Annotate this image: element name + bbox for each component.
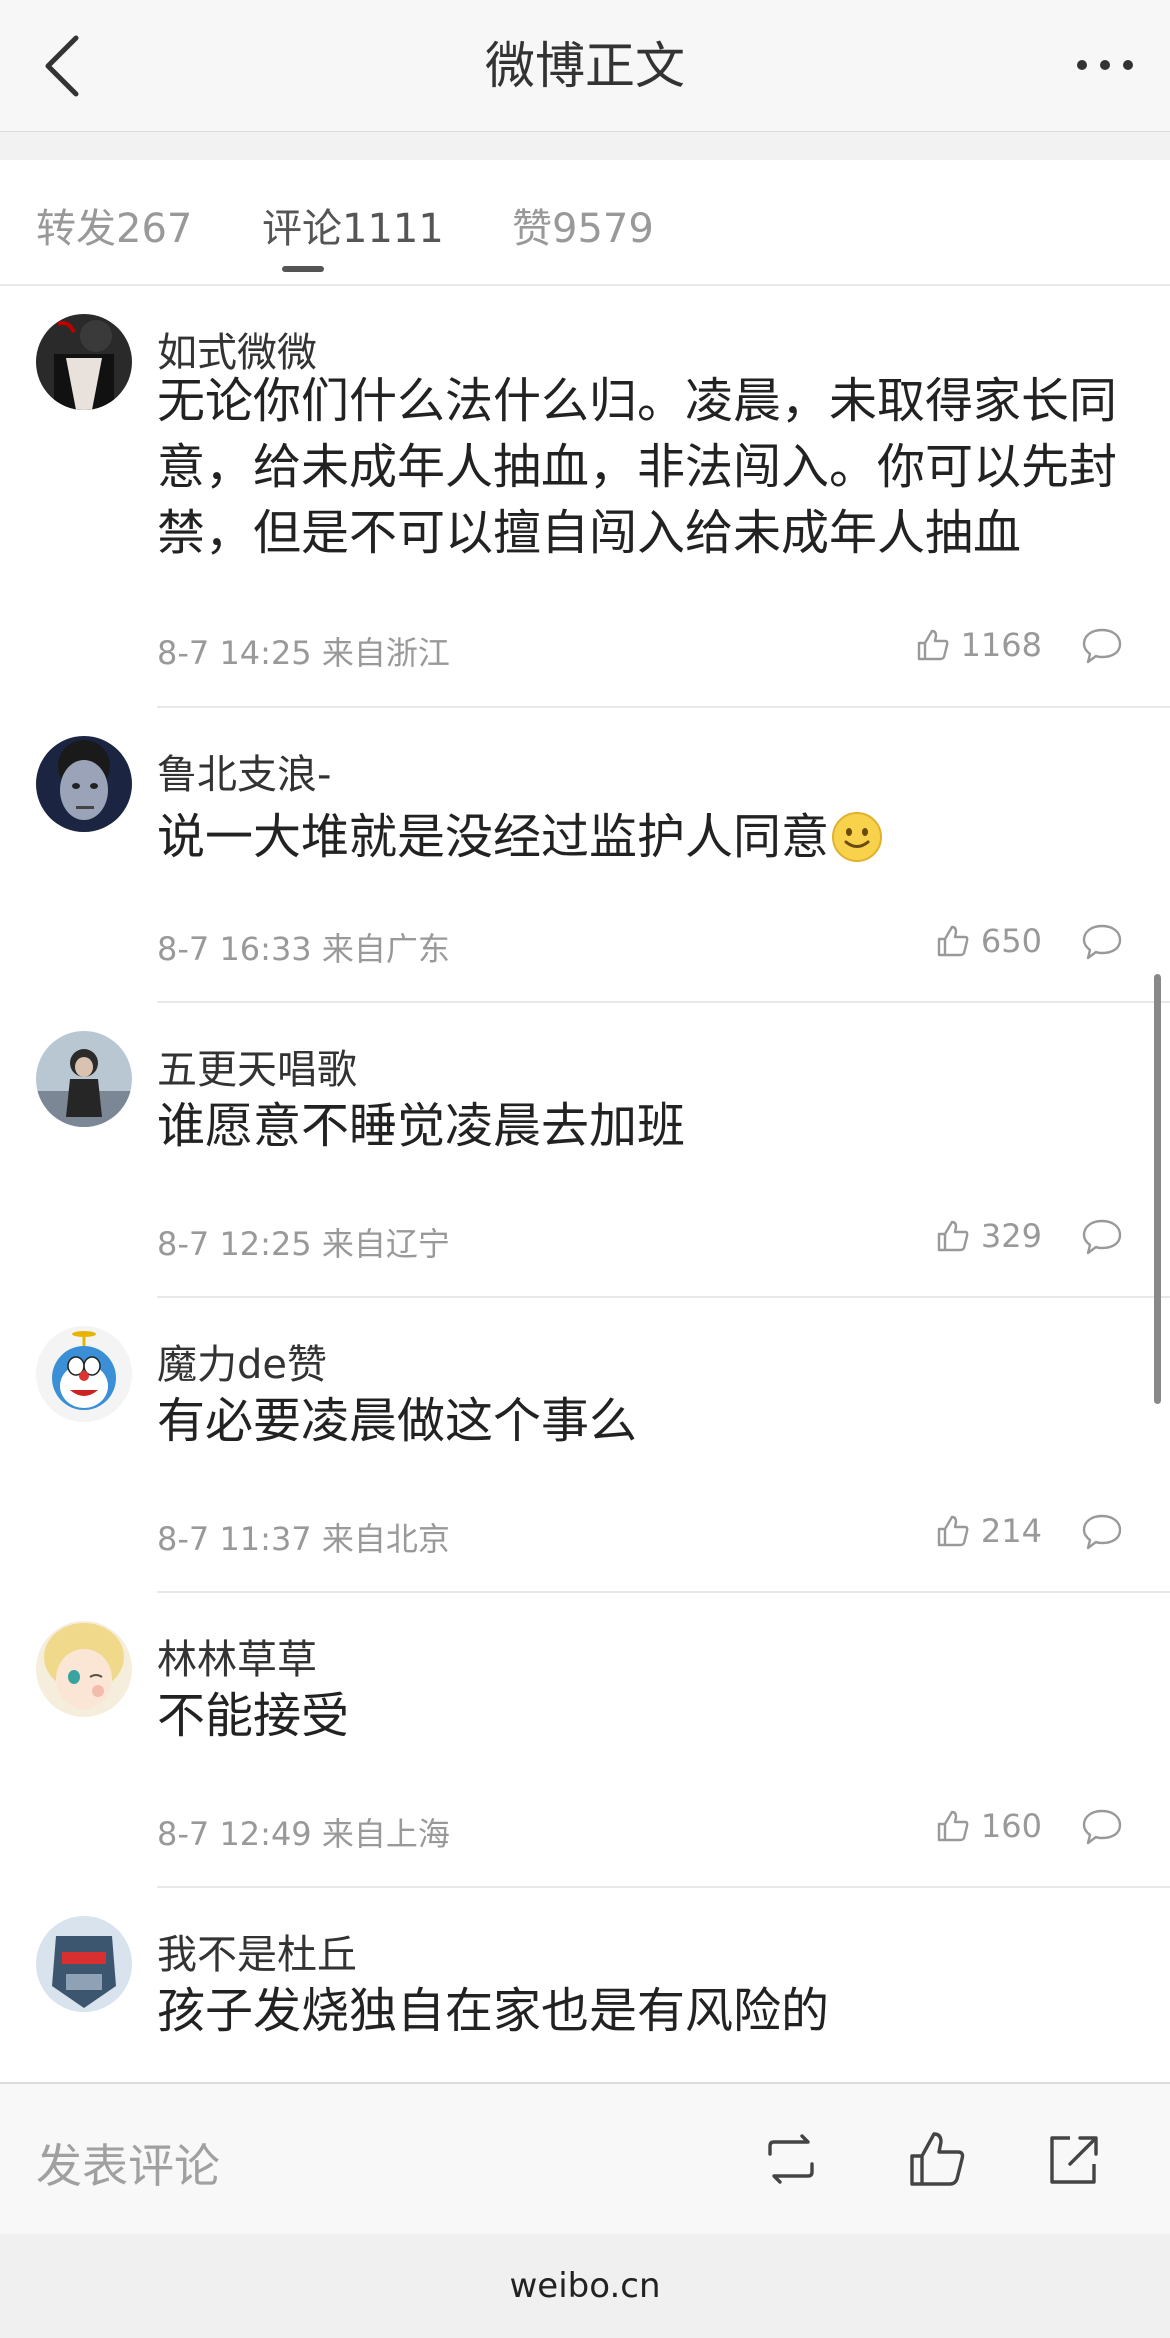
commenter-name[interactable]: 林林草草	[157, 1627, 317, 1685]
comment-text: 孩子发烧独自在家也是有风险的	[157, 1983, 830, 2039]
repost-icon	[768, 2134, 814, 2184]
comment-text: 谁愿意不睡觉凌晨去加班	[157, 1098, 686, 1154]
reply-button[interactable]	[1080, 1510, 1124, 1554]
comment-bubble-icon	[1082, 1514, 1122, 1550]
like-button[interactable]: 329	[935, 1217, 1042, 1255]
reply-button[interactable]	[1080, 1215, 1124, 1259]
chevron-left-icon	[45, 35, 79, 97]
comment-meta: 8-7 16:33 来自广东	[157, 930, 450, 968]
comment-item: 林林草草 不能接受 8-7 12:49 来自上海 160	[0, 1593, 1170, 1888]
comment-item: 鲁北支浪- 说一大堆就是没经过监护人同意 8-7 16:33 来自广东 650	[0, 708, 1170, 1003]
reply-button[interactable]	[1080, 624, 1124, 668]
thumbs-up-icon	[917, 629, 949, 661]
tab-likes[interactable]: 赞9579	[512, 196, 654, 254]
more-dots-icon	[1077, 60, 1133, 70]
like-button[interactable]: 1168	[915, 626, 1042, 664]
back-button[interactable]	[34, 26, 94, 106]
commenter-name[interactable]: 鲁北支浪-	[157, 742, 331, 800]
like-button[interactable]: 650	[935, 922, 1042, 960]
url-text[interactable]: weibo.cn	[0, 2234, 1170, 2338]
browser-url-bar[interactable]: weibo.cn	[0, 2234, 1170, 2338]
thumbs-up-icon	[937, 1810, 969, 1842]
comment-text: 说一大堆就是没经过监护人同意	[157, 809, 830, 865]
avatar[interactable]	[36, 736, 132, 832]
comment-meta: 8-7 14:25 来自浙江	[157, 634, 450, 672]
reply-button[interactable]	[1080, 1805, 1124, 1849]
header-gap	[0, 132, 1170, 160]
comment-meta: 8-7 12:25 来自辽宁	[157, 1225, 450, 1263]
avatar[interactable]	[36, 1621, 132, 1717]
thumbs-up-icon	[937, 1220, 969, 1252]
comment-bubble-icon	[1082, 924, 1122, 960]
weibo-post-page: 微博正文 转发267 评论1111 赞9579 如式微微 无论你们什么法什么归。…	[0, 0, 1170, 2338]
comment-text: 无论你们什么法什么归。凌晨，未取得家长同意，给未成年人抽血，非法闯入。你可以先封…	[157, 373, 1118, 561]
reply-button[interactable]	[1080, 920, 1124, 964]
page-title: 微博正文	[485, 37, 685, 95]
like-count: 214	[980, 1512, 1042, 1550]
comment-input[interactable]: 发表评论	[36, 2130, 220, 2196]
comment-meta: 8-7 12:49 来自上海	[157, 1815, 450, 1853]
post-tabs: 转发267 评论1111 赞9579	[0, 160, 1170, 286]
thumbs-up-icon	[910, 2132, 965, 2186]
avatar[interactable]	[36, 314, 132, 410]
avatar[interactable]	[36, 1326, 132, 1422]
comment-bubble-icon	[1082, 628, 1122, 664]
share-button[interactable]	[1040, 2126, 1106, 2192]
top-nav-bar: 微博正文	[0, 0, 1170, 132]
repost-button[interactable]	[758, 2126, 824, 2192]
thumbs-up-icon	[937, 1515, 969, 1547]
comment-bubble-icon	[1082, 1809, 1122, 1845]
thumbs-up-icon	[937, 925, 969, 957]
tab-reposts[interactable]: 转发267	[36, 196, 192, 254]
like-count: 650	[980, 922, 1042, 960]
comment-bubble-icon	[1082, 1219, 1122, 1255]
comment-meta: 8-7 11:37 来自北京	[157, 1520, 450, 1558]
comment-item: 魔力de赞 有必要凌晨做这个事么 8-7 11:37 来自北京 214	[0, 1298, 1170, 1593]
like-button[interactable]: 160	[935, 1807, 1042, 1845]
comment-text-row: 说一大堆就是没经过监护人同意	[157, 804, 883, 870]
comment-list[interactable]: 如式微微 无论你们什么法什么归。凌晨，未取得家长同意，给未成年人抽血，非法闯入。…	[0, 286, 1170, 2082]
comment-item: 我不是杜丘 孩子发烧独自在家也是有风险的	[0, 1888, 1170, 2082]
like-count: 329	[980, 1217, 1042, 1255]
tab-comments[interactable]: 评论1111	[262, 196, 444, 254]
like-button[interactable]: 214	[935, 1512, 1042, 1550]
like-post-button[interactable]	[904, 2126, 970, 2192]
avatar[interactable]	[36, 1916, 132, 2012]
comment-item: 如式微微 无论你们什么法什么归。凌晨，未取得家长同意，给未成年人抽血，非法闯入。…	[0, 286, 1170, 708]
commenter-name[interactable]: 五更天唱歌	[157, 1037, 357, 1095]
like-count: 160	[980, 1807, 1042, 1845]
share-icon	[1050, 2136, 1098, 2184]
comment-item: 五更天唱歌 谁愿意不睡觉凌晨去加班 8-7 12:25 来自辽宁 329	[0, 1003, 1170, 1298]
smile-emoji-icon	[832, 812, 883, 862]
avatar[interactable]	[36, 1031, 132, 1127]
more-options-button[interactable]	[1070, 40, 1140, 90]
scrollbar[interactable]	[1154, 974, 1161, 1404]
active-tab-indicator	[282, 266, 324, 272]
commenter-name[interactable]: 我不是杜丘	[157, 1922, 357, 1980]
commenter-name[interactable]: 魔力de赞	[157, 1332, 327, 1390]
comment-text: 有必要凌晨做这个事么	[157, 1393, 638, 1449]
bottom-action-bar: 发表评论	[0, 2082, 1170, 2234]
like-count: 1168	[960, 626, 1042, 664]
comment-text: 不能接受	[157, 1688, 350, 1744]
